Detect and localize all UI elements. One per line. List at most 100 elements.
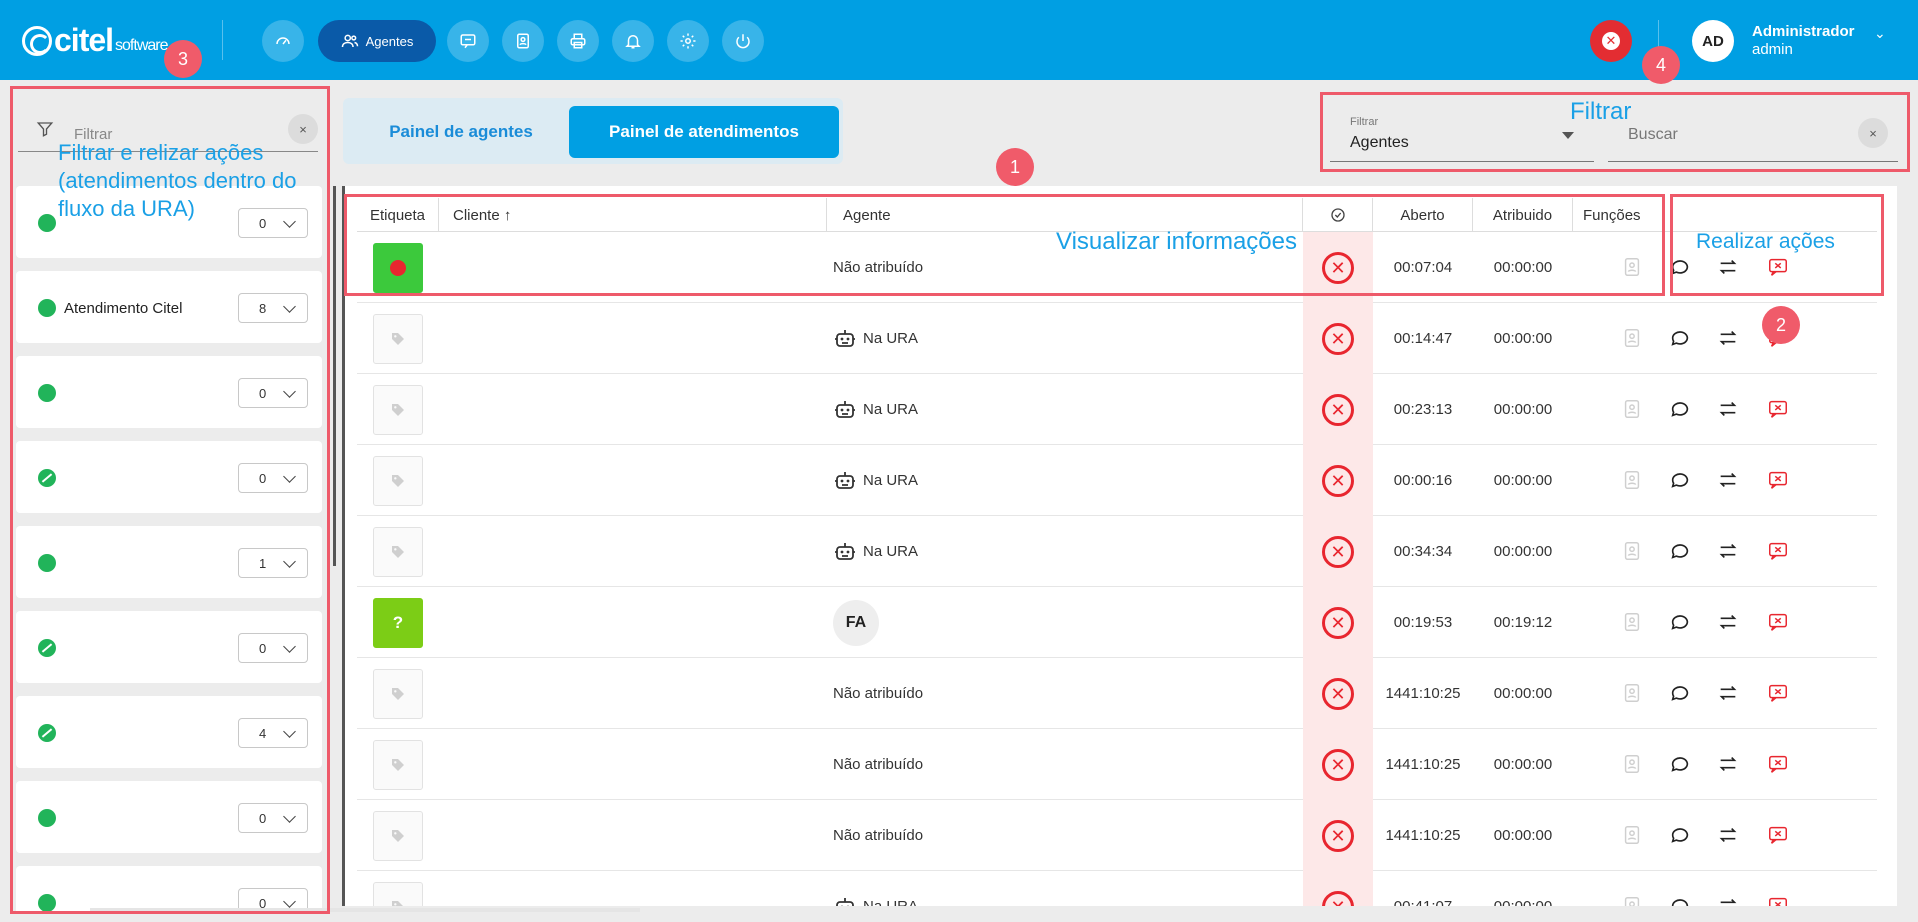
assign-agent-button[interactable]	[1621, 469, 1643, 491]
tag-button[interactable]	[373, 881, 423, 906]
queue-item[interactable]: 0	[16, 611, 322, 683]
clear-search-button[interactable]: ×	[1858, 118, 1888, 148]
assign-agent-button[interactable]	[1621, 824, 1643, 846]
transfer-button[interactable]	[1717, 611, 1739, 633]
tag-button[interactable]	[373, 668, 423, 719]
tag-button[interactable]	[373, 526, 423, 577]
queue-item[interactable]: Atendimento Citel 8	[16, 271, 322, 343]
transfer-button[interactable]	[1717, 682, 1739, 704]
chevron-down-icon[interactable]: ⌄	[1874, 25, 1886, 42]
tag-button[interactable]	[373, 455, 423, 506]
chat-button[interactable]	[1669, 753, 1691, 775]
queue-count-select[interactable]: 0	[238, 463, 308, 493]
chat-button[interactable]	[1669, 895, 1691, 906]
assign-agent-button[interactable]	[1621, 895, 1643, 906]
x-circle-icon[interactable]: ✕	[1322, 819, 1354, 852]
x-circle-icon[interactable]: ✕	[1322, 464, 1354, 497]
agentes-button[interactable]: Agentes	[318, 20, 436, 62]
table-row[interactable]: Não atribuído ✕ 1441:10:25 00:00:00	[357, 729, 1877, 800]
column-etiqueta[interactable]: Etiqueta	[357, 198, 439, 232]
table-row[interactable]: Na URA ✕ 00:00:16 00:00:00	[357, 445, 1877, 516]
user-name[interactable]: Administrador	[1752, 23, 1855, 40]
logout-button[interactable]	[722, 20, 764, 62]
transfer-button[interactable]	[1717, 824, 1739, 846]
search-input[interactable]: Buscar ×	[1608, 108, 1898, 162]
dashboard-button[interactable]	[262, 20, 304, 62]
assign-agent-button[interactable]	[1621, 611, 1643, 633]
filter-select[interactable]: Filtrar Agentes	[1330, 108, 1594, 162]
chat-button[interactable]	[1669, 611, 1691, 633]
chat-button[interactable]	[1669, 256, 1691, 278]
end-chat-button[interactable]	[1767, 895, 1789, 906]
x-circle-icon[interactable]: ✕	[1322, 606, 1354, 639]
assign-agent-button[interactable]	[1621, 540, 1643, 562]
tag-button[interactable]	[373, 810, 423, 861]
end-chat-button[interactable]	[1767, 398, 1789, 420]
assign-agent-button[interactable]	[1621, 256, 1643, 278]
end-chat-button[interactable]	[1767, 611, 1789, 633]
table-row[interactable]: Não atribuído ✕ 1441:10:25 00:00:00	[357, 800, 1877, 871]
transfer-button[interactable]	[1717, 895, 1739, 906]
tab-painel-atendimentos[interactable]: Painel de atendimentos	[569, 106, 839, 158]
chat-button[interactable]	[1669, 540, 1691, 562]
transfer-button[interactable]	[1717, 753, 1739, 775]
x-circle-icon[interactable]: ✕	[1322, 748, 1354, 781]
queue-count-select[interactable]: 0	[238, 633, 308, 663]
print-button[interactable]	[557, 20, 599, 62]
queue-item[interactable]: 1	[16, 526, 322, 598]
queue-item[interactable]: 0	[16, 781, 322, 853]
x-circle-icon[interactable]: ✕	[1322, 393, 1354, 426]
chat-button[interactable]	[1669, 682, 1691, 704]
column-agente[interactable]: Agente	[827, 198, 1303, 232]
x-circle-icon[interactable]: ✕	[1322, 535, 1354, 568]
table-row[interactable]: Na URA ✕ 00:41:0700:00:00	[357, 871, 1877, 906]
queue-count-select[interactable]: 0	[238, 803, 308, 833]
transfer-button[interactable]	[1717, 398, 1739, 420]
queue-item[interactable]: 0	[16, 356, 322, 428]
end-chat-button[interactable]	[1767, 469, 1789, 491]
table-row[interactable]: Na URA ✕ 00:34:34 00:00:00	[357, 516, 1877, 587]
end-chat-button[interactable]	[1767, 256, 1789, 278]
x-circle-icon[interactable]: ✕	[1322, 251, 1354, 284]
settings-button[interactable]	[667, 20, 709, 62]
queue-count-select[interactable]: 4	[238, 718, 308, 748]
alert-button[interactable]: ✕	[1590, 20, 1632, 62]
chat-button[interactable]	[1669, 824, 1691, 846]
chat-button[interactable]	[447, 20, 489, 62]
end-chat-button[interactable]	[1767, 753, 1789, 775]
horizontal-scrollbar[interactable]	[90, 908, 640, 912]
transfer-button[interactable]	[1717, 256, 1739, 278]
column-aberto[interactable]: Aberto	[1373, 198, 1473, 232]
transfer-button[interactable]	[1717, 327, 1739, 349]
queue-count-select[interactable]: 0	[238, 378, 308, 408]
end-chat-button[interactable]	[1767, 682, 1789, 704]
assign-agent-button[interactable]	[1621, 327, 1643, 349]
tab-painel-agentes[interactable]: Painel de agentes	[351, 106, 571, 158]
scrollbar[interactable]	[333, 186, 336, 566]
x-circle-icon[interactable]: ✕	[1322, 677, 1354, 710]
tag-button[interactable]	[373, 313, 423, 364]
table-row[interactable]: ? FA ✕ 00:19:53 00:19:12	[357, 587, 1877, 658]
assign-agent-button[interactable]	[1621, 682, 1643, 704]
chat-button[interactable]	[1669, 327, 1691, 349]
assign-agent-button[interactable]	[1621, 398, 1643, 420]
table-row[interactable]: Na URA ✕ 00:23:13 00:00:00	[357, 374, 1877, 445]
citel-logo[interactable]: citel software	[22, 22, 169, 59]
table-row[interactable]: Não atribuído ✕ 1441:10:25 00:00:00	[357, 658, 1877, 729]
x-circle-icon[interactable]: ✕	[1322, 890, 1354, 906]
queue-item[interactable]: 0	[16, 441, 322, 513]
column-atribuido[interactable]: Atribuido	[1473, 198, 1573, 232]
queue-item[interactable]: 4	[16, 696, 322, 768]
assign-agent-button[interactable]	[1621, 753, 1643, 775]
end-chat-button[interactable]	[1767, 540, 1789, 562]
transfer-button[interactable]	[1717, 469, 1739, 491]
end-chat-button[interactable]	[1767, 824, 1789, 846]
transfer-button[interactable]	[1717, 540, 1739, 562]
queue-item[interactable]: 0	[16, 866, 322, 914]
table-row[interactable]: Na URA ✕ 00:14:47 00:00:00	[357, 303, 1877, 374]
avatar[interactable]: AD	[1692, 20, 1734, 62]
tag-button[interactable]	[373, 739, 423, 790]
queue-count-select[interactable]: 1	[238, 548, 308, 578]
chat-button[interactable]	[1669, 469, 1691, 491]
column-cliente[interactable]: Cliente ↑	[439, 198, 827, 232]
